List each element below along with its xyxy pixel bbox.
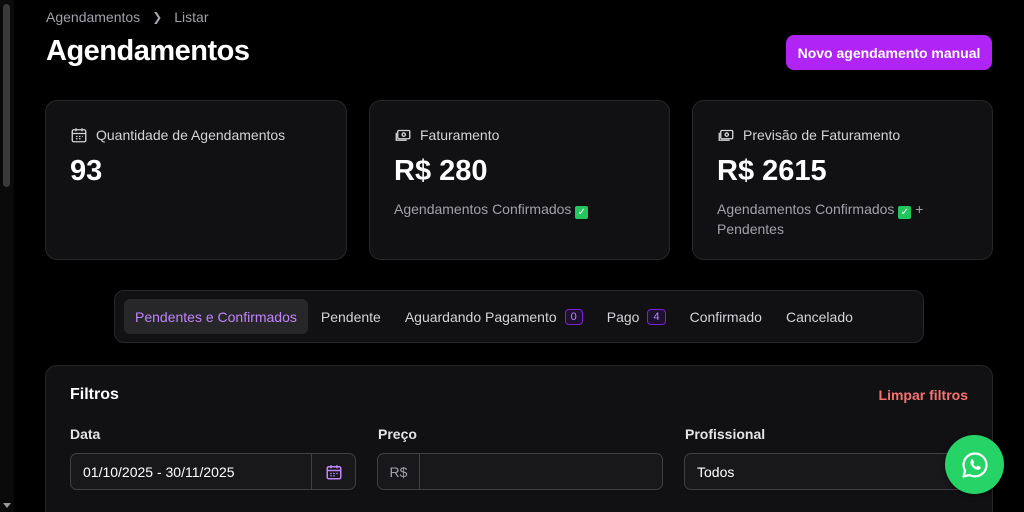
stat-card-forecast: Previsão de Faturamento R$ 2615 Agendame… <box>692 100 993 260</box>
date-picker-button[interactable] <box>311 454 355 489</box>
professional-filter-label: Profissional <box>685 426 766 442</box>
stat-card-description: Agendamentos Confirmados ✓ + Pendentes <box>717 201 924 237</box>
calendar-icon <box>71 128 87 143</box>
tab-cancelado[interactable]: Cancelado <box>775 299 864 334</box>
stat-card-label: Quantidade de Agendamentos <box>96 127 286 143</box>
new-manual-appointment-button[interactable]: Novo agendamento manual <box>786 35 992 70</box>
cash-icon <box>718 129 734 141</box>
breadcrumb-item-listar: Listar <box>174 9 209 25</box>
tab-aguardando-pagamento[interactable]: Aguardando Pagamento 0 <box>394 299 594 334</box>
page-scrollbar[interactable] <box>0 0 14 512</box>
calendar-icon <box>326 464 341 479</box>
stat-card-appointments: Quantidade de Agendamentos 93 <box>45 100 347 260</box>
breadcrumb: Agendamentos ❯ Listar <box>46 9 208 25</box>
tab-count-badge: 0 <box>564 308 583 325</box>
professional-select[interactable]: Todos <box>684 453 969 490</box>
page-title: Agendamentos <box>46 35 250 67</box>
status-tabs: Pendentes e Confirmados Pendente Aguarda… <box>114 290 924 343</box>
price-filter-label: Preço <box>378 426 417 442</box>
tab-count-badge: 4 <box>647 308 666 325</box>
tab-pendente[interactable]: Pendente <box>310 299 392 334</box>
stat-card-revenue: Faturamento R$ 280 Agendamentos Confirma… <box>369 100 670 260</box>
tab-confirmado[interactable]: Confirmado <box>679 299 773 334</box>
whatsapp-button[interactable] <box>945 435 1004 494</box>
clear-filters-link[interactable]: Limpar filtros <box>879 387 968 403</box>
scroll-down-arrow[interactable] <box>3 503 11 508</box>
stat-card-label: Previsão de Faturamento <box>743 127 901 143</box>
breadcrumb-item-agendamentos[interactable]: Agendamentos <box>46 9 140 25</box>
chevron-right-icon: ❯ <box>152 10 163 24</box>
stat-card-value: R$ 280 <box>394 155 488 187</box>
check-icon: ✓ <box>575 206 589 219</box>
date-range-value: 01/10/2025 - 30/11/2025 <box>83 463 235 480</box>
professional-selected-value: Todos <box>697 463 735 480</box>
currency-prefix: R$ <box>378 454 420 489</box>
stat-card-description: Agendamentos Confirmados ✓ <box>394 199 645 219</box>
date-range-input[interactable]: 01/10/2025 - 30/11/2025 <box>70 453 356 490</box>
filters-panel: Filtros Limpar filtros Data 01/10/2025 -… <box>45 365 993 512</box>
filters-title: Filtros <box>70 386 119 403</box>
stat-card-label: Faturamento <box>420 127 500 143</box>
tab-pago[interactable]: Pago 4 <box>596 299 677 334</box>
stat-card-value: R$ 2615 <box>717 155 827 187</box>
price-input[interactable]: R$ <box>377 453 663 490</box>
cash-icon <box>395 129 411 141</box>
date-filter-label: Data <box>70 426 101 442</box>
tab-pendentes-e-confirmados[interactable]: Pendentes e Confirmados <box>124 299 308 334</box>
check-icon: ✓ <box>898 206 912 219</box>
stat-card-value: 93 <box>70 155 103 187</box>
scrollbar-thumb[interactable] <box>3 4 10 187</box>
whatsapp-icon <box>961 451 988 478</box>
